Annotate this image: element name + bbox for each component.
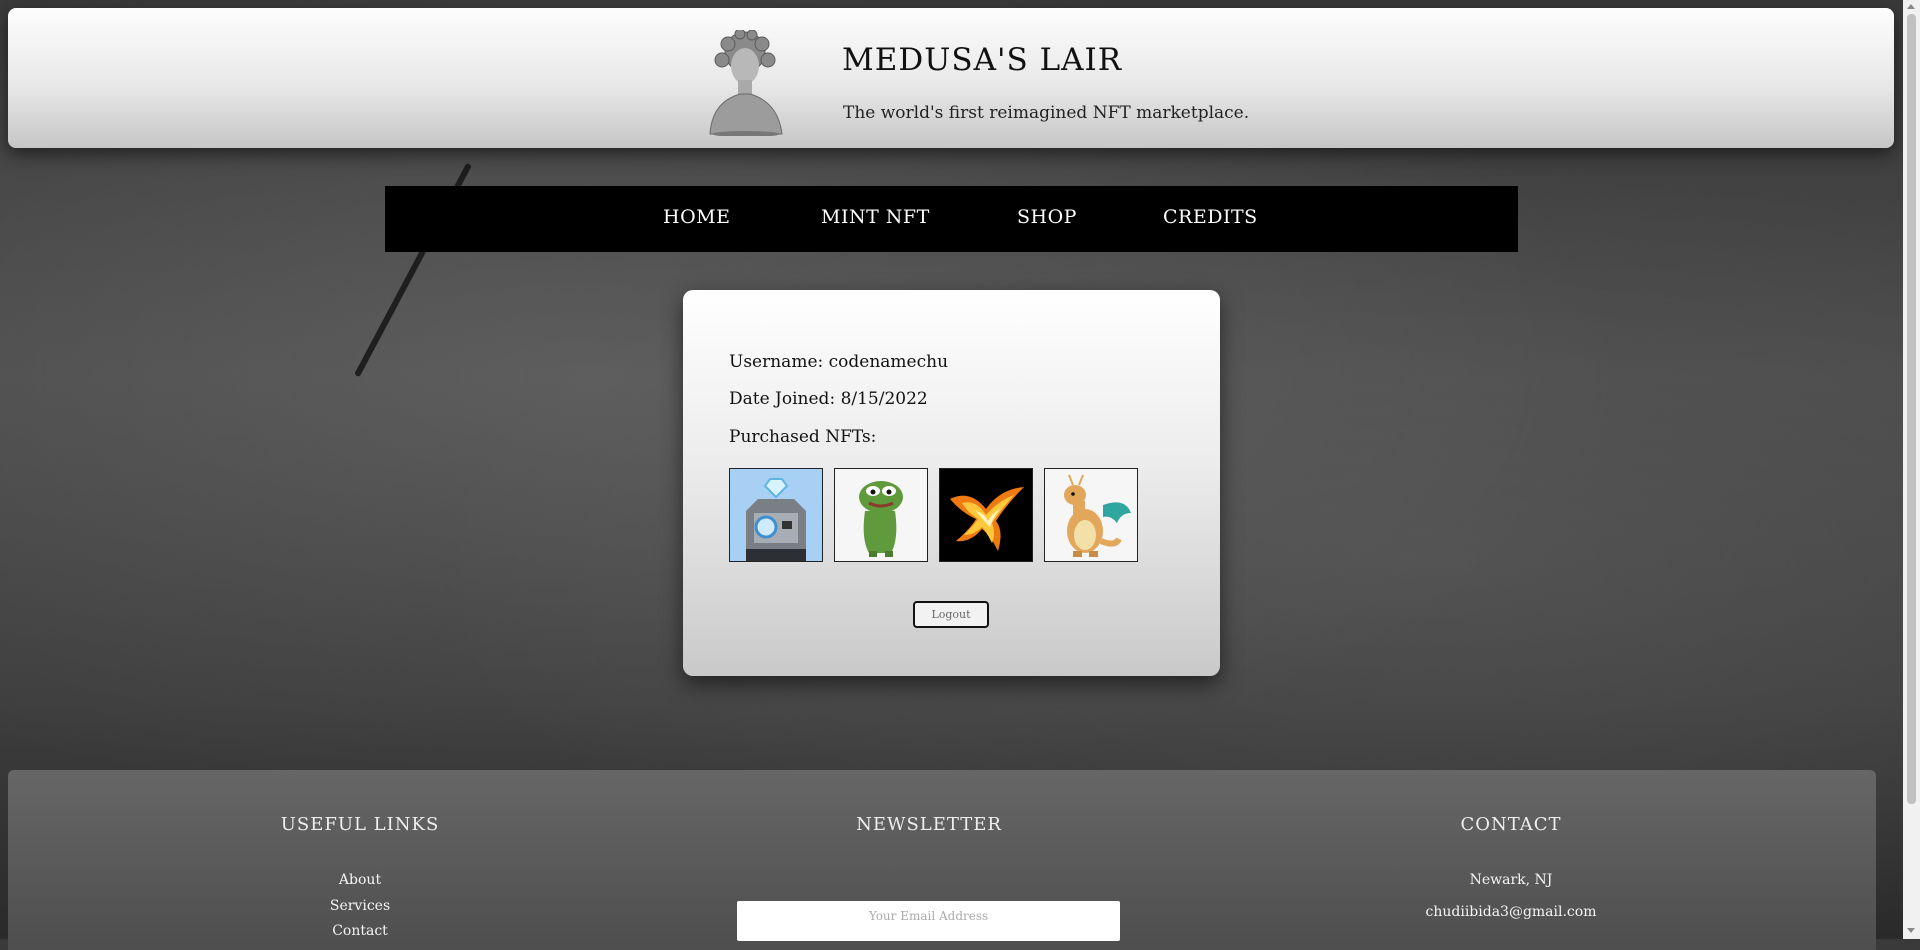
site-footer: USEFUL LINKS About Services Contact NEWS… xyxy=(8,770,1876,950)
contact-email[interactable]: chudiibida3@gmail.com xyxy=(1311,904,1711,920)
nav-mint-nft[interactable]: MINT NFT xyxy=(821,206,930,228)
site-tagline: The world's first reimagined NFT marketp… xyxy=(843,103,1250,123)
scroll-down-icon[interactable] xyxy=(1907,928,1915,933)
nav-credits[interactable]: CREDITS xyxy=(1163,206,1258,228)
date-joined-text: Date Joined: 8/15/2022 xyxy=(729,389,928,409)
diamond-robot-cat-icon xyxy=(730,469,822,561)
contact-title: CONTACT xyxy=(1460,814,1562,835)
footer-link-about[interactable]: About xyxy=(160,872,560,888)
site-title: MEDUSA'S LAIR xyxy=(842,42,1123,78)
fire-phoenix-icon xyxy=(940,469,1032,561)
logout-button[interactable]: Logout xyxy=(913,601,989,628)
nft-thumb-phoenix[interactable] xyxy=(939,468,1033,562)
scrollbar-thumb[interactable] xyxy=(1907,14,1916,804)
contact-location: Newark, NJ xyxy=(1469,872,1553,888)
pepe-frog-icon xyxy=(835,469,927,561)
nav-home[interactable]: HOME xyxy=(663,206,730,228)
newsletter-title: NEWSLETTER xyxy=(856,814,1002,835)
scroll-up-icon[interactable] xyxy=(1907,4,1915,9)
footer-link-services[interactable]: Services xyxy=(160,898,560,914)
purchased-nfts-label: Purchased NFTs: xyxy=(729,427,877,447)
page-scrollbar[interactable] xyxy=(1903,0,1920,939)
main-nav: HOME MINT NFT SHOP CREDITS xyxy=(385,186,1518,252)
newsletter-email-input[interactable]: Your Email Address xyxy=(737,901,1120,941)
profile-card: Username: codenamechu Date Joined: 8/15/… xyxy=(683,290,1220,676)
dragonite-icon xyxy=(1045,469,1137,561)
nft-thumb-pepe[interactable] xyxy=(834,468,928,562)
medusa-bust-logo xyxy=(709,30,783,136)
nft-thumb-robot-cat[interactable] xyxy=(729,468,823,562)
site-header: MEDUSA'S LAIR The world's first reimagin… xyxy=(8,8,1894,148)
nav-shop[interactable]: SHOP xyxy=(1017,206,1077,228)
nft-thumb-dragonite[interactable] xyxy=(1044,468,1138,562)
footer-link-contact[interactable]: Contact xyxy=(160,923,560,939)
useful-links-title: USEFUL LINKS xyxy=(280,814,440,835)
username-text: Username: codenamechu xyxy=(729,352,949,372)
